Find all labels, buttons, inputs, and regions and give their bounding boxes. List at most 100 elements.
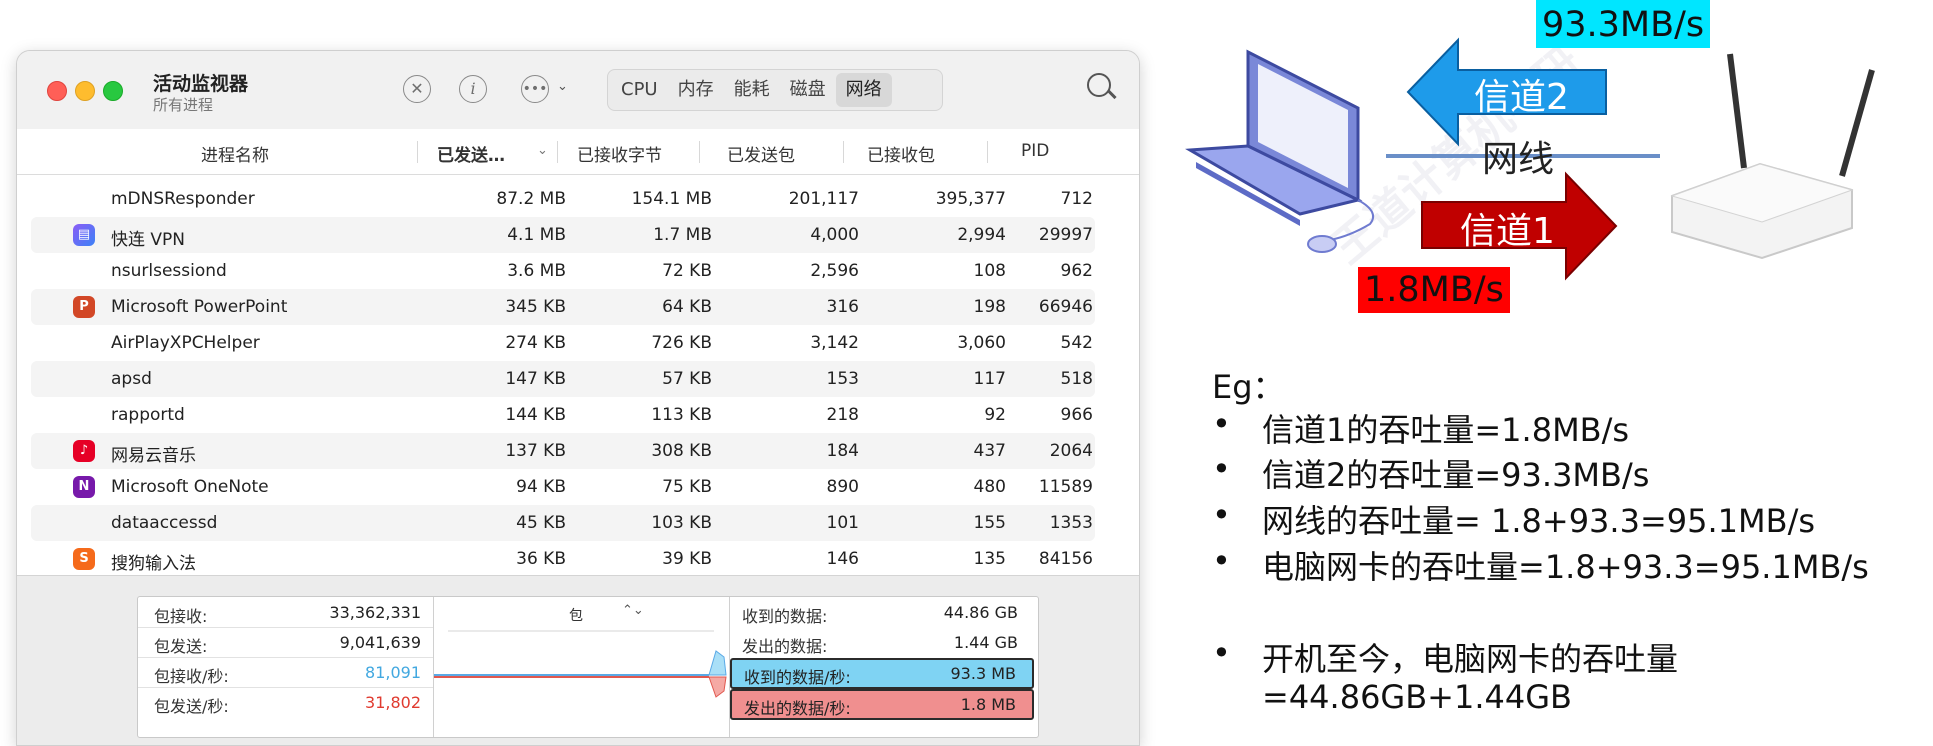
- bytes-sent-cell: 274 KB: [505, 333, 566, 353]
- bytes-received-cell: 103 KB: [651, 513, 712, 533]
- process-name-cell: Microsoft OneNote: [111, 477, 269, 497]
- channel2-label: 信道2: [1474, 77, 1569, 118]
- window-title: 活动监视器: [153, 73, 249, 95]
- table-row[interactable]: ♪ 网易云音乐 137 KB 308 KB 184 437 2064: [31, 433, 1095, 469]
- pid-cell: 11589: [1038, 477, 1093, 497]
- process-name-cell: 快连 VPN: [111, 230, 186, 250]
- column-process-name[interactable]: 进程名称: [201, 141, 269, 166]
- packets-received-cell: 108: [973, 261, 1006, 281]
- pid-cell: 29997: [1038, 225, 1093, 245]
- data-sent-per-sec-box: 发出的数据/秒: 1.8 MB: [730, 689, 1034, 720]
- table-row[interactable]: rapportd 144 KB 113 KB 218 92 966: [31, 397, 1095, 433]
- column-packets-sent[interactable]: 已发送包: [727, 141, 795, 166]
- bytes-sent-cell: 3.6 MB: [507, 261, 566, 281]
- process-name-cell: AirPlayXPCHelper: [111, 333, 260, 353]
- window-subtitle[interactable]: 所有进程: [153, 94, 213, 115]
- column-divider: [557, 141, 558, 163]
- tab-disk[interactable]: 磁盘: [780, 73, 836, 107]
- bytes-received-cell: 75 KB: [662, 477, 712, 497]
- packets-received-per-sec-row: 包接收/秒: 81,091: [138, 657, 433, 688]
- tab-memory[interactable]: 内存: [668, 73, 724, 107]
- bytes-received-cell: 154.1 MB: [631, 189, 712, 209]
- laptop-illustration: [1185, 49, 1374, 253]
- bytes-sent-cell: 147 KB: [505, 369, 566, 389]
- table-row[interactable]: P Microsoft PowerPoint 345 KB 64 KB 316 198 66…: [31, 289, 1095, 325]
- search-icon[interactable]: [1087, 73, 1111, 97]
- bytes-received-cell: 308 KB: [651, 441, 712, 461]
- table-row[interactable]: mDNSResponder 87.2 MB 154.1 MB 201,117 395,3…: [31, 181, 1095, 217]
- bytes-received-cell: 726 KB: [651, 333, 712, 353]
- pid-cell: 712: [1060, 189, 1093, 209]
- process-name-cell: apsd: [111, 369, 152, 389]
- packets-received-cell: 198: [973, 297, 1006, 317]
- bytes-sent-cell: 4.1 MB: [507, 225, 566, 245]
- packets-sent-cell: 4,000: [810, 225, 859, 245]
- column-packets-received[interactable]: 已接收包: [867, 141, 935, 166]
- table-row[interactable]: nsurlsessiond 3.6 MB 72 KB 2,596 108 962: [31, 253, 1095, 289]
- data-received-row: 收到的数据: 44.86 GB: [742, 603, 1018, 626]
- bytes-sent-cell: 87.2 MB: [496, 189, 566, 209]
- table-row[interactable]: S 搜狗输入法 36 KB 39 KB 146 135 84156: [31, 541, 1095, 577]
- process-name-cell: mDNSResponder: [111, 189, 255, 209]
- channel2-speed-label: 93.3MB/s: [1536, 0, 1711, 48]
- packets-sent-cell: 3,142: [810, 333, 859, 353]
- process-name-cell: nsurlsessiond: [111, 261, 227, 281]
- graph-lines: [434, 630, 727, 698]
- bytes-received-cell: 1.7 MB: [653, 225, 712, 245]
- tab-energy[interactable]: 能耗: [724, 73, 780, 107]
- process-name-cell: dataaccessd: [111, 513, 218, 533]
- table-row[interactable]: N Microsoft OneNote 94 KB 75 KB 890 480 11589: [31, 469, 1095, 505]
- bytes-sent-cell: 36 KB: [516, 549, 566, 569]
- pid-cell: 66946: [1038, 297, 1093, 317]
- more-actions-icon[interactable]: •••: [521, 75, 549, 103]
- sort-chevron-icon[interactable]: ⌄: [537, 143, 548, 158]
- packets-sent-row: 包发送: 9,041,639: [138, 627, 433, 658]
- view-tabs: CPU 内存 能耗 磁盘 网络: [607, 69, 943, 111]
- packets-received-cell: 2,994: [957, 225, 1006, 245]
- table-row[interactable]: AirPlayXPCHelper 274 KB 726 KB 3,142 3,060 54…: [31, 325, 1095, 361]
- column-divider: [699, 141, 700, 163]
- bytes-received-cell: 57 KB: [662, 369, 712, 389]
- bytes-sent-cell: 45 KB: [516, 513, 566, 533]
- packets-received-cell: 155: [973, 513, 1006, 533]
- column-pid[interactable]: PID: [1021, 141, 1049, 161]
- table-row[interactable]: dataaccessd 45 KB 103 KB 101 155 1353: [31, 505, 1095, 541]
- pid-cell: 1353: [1049, 513, 1093, 533]
- packets-sent-cell: 146: [826, 549, 859, 569]
- stop-process-icon[interactable]: ✕: [403, 75, 431, 103]
- close-window-button[interactable]: [47, 81, 67, 101]
- zoom-window-button[interactable]: [103, 81, 123, 101]
- bytes-received-cell: 113 KB: [651, 405, 712, 425]
- column-bytes-sent[interactable]: 已发送…: [437, 141, 505, 166]
- column-divider: [987, 141, 988, 163]
- column-bytes-received[interactable]: 已接收字节: [577, 141, 662, 166]
- example-heading: Eg：: [1212, 368, 1285, 406]
- pid-cell: 84156: [1038, 549, 1093, 569]
- column-divider: [843, 141, 844, 163]
- bytes-sent-cell: 345 KB: [505, 297, 566, 317]
- network-graph: 包 ⌃⌄: [433, 597, 730, 737]
- sogou-input-icon: S: [73, 548, 95, 570]
- toolbar: 活动监视器 所有进程 ✕ i ••• ⌄ CPU 内存 能耗 磁盘 网络: [17, 51, 1139, 129]
- pid-cell: 542: [1060, 333, 1093, 353]
- tab-cpu[interactable]: CPU: [611, 73, 668, 107]
- chevron-down-icon[interactable]: ⌄: [557, 79, 568, 94]
- pid-cell: 2064: [1049, 441, 1093, 461]
- packets-received-cell: 117: [973, 369, 1006, 389]
- table-row[interactable]: ▤ 快连 VPN 4.1 MB 1.7 MB 4,000 2,994 29997: [31, 217, 1095, 253]
- minimize-window-button[interactable]: [75, 81, 95, 101]
- pid-cell: 518: [1060, 369, 1093, 389]
- process-name-cell: 网易云音乐: [111, 446, 196, 466]
- bytes-received-cell: 64 KB: [662, 297, 712, 317]
- table-row[interactable]: apsd 147 KB 57 KB 153 117 518: [31, 361, 1095, 397]
- process-name-cell: Microsoft PowerPoint: [111, 297, 288, 317]
- tab-network[interactable]: 网络: [835, 73, 892, 107]
- table-header: 进程名称 已发送… ⌄ 已接收字节 已发送包 已接收包 PID: [17, 129, 1139, 175]
- packets-received-cell: 395,377: [935, 189, 1006, 209]
- packets-received-cell: 92: [984, 405, 1006, 425]
- packets-received-cell: 480: [973, 477, 1006, 497]
- info-icon[interactable]: i: [459, 75, 487, 103]
- packets-sent-cell: 890: [826, 477, 859, 497]
- packets-received-cell: 135: [973, 549, 1006, 569]
- network-summary: 包接收: 33,362,331 包发送: 9,041,639 包接收/秒: 81…: [17, 575, 1139, 745]
